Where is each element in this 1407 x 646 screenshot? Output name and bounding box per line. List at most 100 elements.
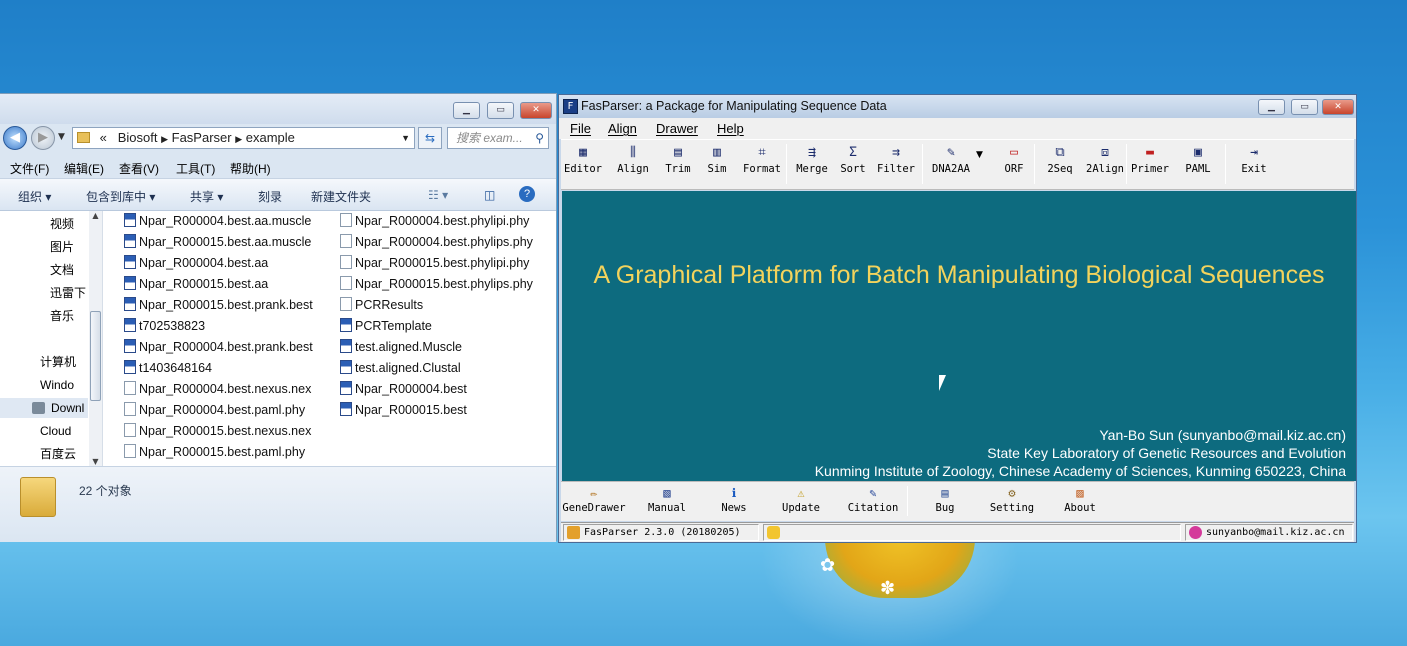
wordpad-file-icon [124, 339, 136, 353]
minimize-button[interactable]: ▁ [453, 102, 480, 119]
bottom-manual-button[interactable]: ▧ Manual [646, 484, 688, 520]
tool-orf-button[interactable]: ▭ ORF [997, 142, 1031, 188]
search-input[interactable]: 搜索 exam... ⚲ [447, 127, 549, 149]
tool-filter-button[interactable]: ⇉ Filter [877, 142, 915, 188]
breadcrumb-biosoft[interactable]: Biosoft [118, 130, 158, 145]
menu-view[interactable]: 查看(V) [119, 160, 159, 177]
file-item[interactable]: Npar_R000015.best.phylipi.phy [340, 253, 529, 273]
menu-help[interactable]: 帮助(H) [230, 160, 271, 177]
tool-paml-button[interactable]: ▣ PAML [1181, 142, 1215, 188]
tool-trim-button[interactable]: ▤ Trim [662, 142, 694, 188]
bottom-about-button[interactable]: ▨ About [1061, 484, 1099, 520]
fas-titlebar[interactable]: F FasParser: a Package for Manipulating … [559, 95, 1356, 118]
burn-button[interactable]: 刻录 [258, 188, 282, 205]
dna2aa-dropdown-icon[interactable]: ▼ [976, 150, 983, 160]
explorer-titlebar[interactable]: ▁ ▭ ✕ [0, 94, 556, 124]
organize-button[interactable]: 组织 ▾ [18, 188, 51, 205]
file-item[interactable]: test.aligned.Muscle [340, 337, 462, 357]
tool-format-button[interactable]: ⌗ Format [741, 142, 783, 188]
maximize-button[interactable]: ▭ [487, 102, 514, 119]
tool-align-button[interactable]: ⫼ Align [612, 142, 654, 188]
tool-merge-button[interactable]: ⇶ Merge [793, 142, 831, 188]
toolbar-separator [1034, 144, 1035, 184]
refresh-icon[interactable]: ⇆ [418, 127, 442, 149]
tool-sort-button[interactable]: Σ Sort [837, 142, 869, 188]
breadcrumb-fasparser[interactable]: FasParser [172, 130, 232, 145]
preview-pane-icon[interactable]: ◫ [484, 188, 495, 202]
wordpad-file-icon [340, 318, 352, 332]
address-dropdown-icon[interactable]: ▼ [401, 128, 410, 148]
scroll-down-icon[interactable]: ▼ [89, 457, 102, 466]
file-name: test.aligned.Muscle [355, 340, 463, 354]
file-item[interactable]: PCRTemplate [340, 316, 432, 336]
menu-file[interactable]: File [570, 121, 591, 136]
address-bar[interactable]: « Biosoft ▶ FasParser ▶ example ▼ [72, 127, 415, 149]
tool-2seq-button[interactable]: ⧉ 2Seq [1044, 142, 1076, 188]
toolbar-separator [1225, 144, 1226, 184]
menu-edit[interactable]: 编辑(E) [64, 160, 104, 177]
bottom-bug-button[interactable]: ▤ Bug [930, 484, 960, 520]
file-item[interactable]: Npar_R000004.best.paml.phy [124, 400, 305, 420]
file-item[interactable]: t1403648164 [124, 358, 212, 378]
file-item[interactable]: Npar_R000004.best.phylipi.phy [340, 211, 529, 231]
bottom-genedrawer-button[interactable]: ✏ GeneDrawer [562, 484, 626, 520]
file-item[interactable]: Npar_R000015.best.prank.best [124, 295, 313, 315]
file-item[interactable]: Npar_R000004.best.aa.muscle [124, 211, 311, 231]
file-item[interactable]: Npar_R000004.best [340, 379, 467, 399]
wordpad-file-icon [340, 381, 352, 395]
menu-tools[interactable]: 工具(T) [176, 160, 215, 177]
file-item[interactable]: Npar_R000015.best.aa [124, 274, 268, 294]
minimize-button[interactable]: ▁ [1258, 99, 1285, 115]
tool-2align-button[interactable]: ⧈ 2Align [1084, 142, 1126, 188]
tool-editor-button[interactable]: ▦ Editor [563, 142, 603, 188]
file-item[interactable]: PCRResults [340, 295, 423, 315]
bottom-news-button[interactable]: ℹ News [713, 484, 755, 520]
breadcrumb-example[interactable]: example [246, 130, 295, 145]
tool-sim-button[interactable]: ▥ Sim [702, 142, 732, 188]
breadcrumb-arrow-icon[interactable]: ▶ [161, 134, 168, 144]
file-item[interactable]: Npar_R000004.best.aa [124, 253, 268, 273]
breadcrumb-arrow-icon[interactable]: ▶ [235, 134, 242, 144]
recent-pages-chevron-icon[interactable]: ▼ [58, 132, 65, 142]
file-item[interactable]: Npar_R000004.best.prank.best [124, 337, 313, 357]
menu-help[interactable]: Help [717, 121, 744, 136]
new-folder-button[interactable]: 新建文件夹 [311, 188, 371, 205]
nav-scrollbar[interactable]: ▲ ▼ [89, 211, 102, 466]
include-in-library-button[interactable]: 包含到库中 ▾ [86, 188, 155, 205]
breadcrumb-overflow[interactable]: « [100, 130, 107, 145]
file-item[interactable]: Npar_R000015.best.nexus.nex [124, 421, 311, 441]
file-item[interactable]: Npar_R000015.best.phylips.phy [340, 274, 533, 294]
help-icon[interactable]: ? [519, 186, 535, 202]
view-options-icon[interactable]: ☷ ▾ [428, 188, 448, 202]
bottom-update-button[interactable]: ⚠ Update [780, 484, 822, 520]
back-arrow-icon[interactable]: ◀ [3, 126, 27, 150]
tool-label: PAML [1185, 163, 1211, 175]
scroll-up-icon[interactable]: ▲ [89, 211, 102, 220]
close-button[interactable]: ✕ [1322, 99, 1354, 115]
tool-exit-button[interactable]: ⇥ Exit [1237, 142, 1271, 188]
tool-dna2aa-button[interactable]: ✎ DNA2AA [928, 142, 974, 188]
bottom-setting-button[interactable]: ⚙ Setting [987, 484, 1037, 520]
maximize-button[interactable]: ▭ [1291, 99, 1318, 115]
tool-primer-button[interactable]: ▬ Primer [1130, 142, 1170, 188]
file-item[interactable]: Npar_R000015.best [340, 400, 467, 420]
email-panel[interactable]: sunyanbo@mail.kiz.ac.cn [1185, 524, 1353, 541]
nav-item-downloads[interactable]: Downl [0, 398, 88, 418]
forward-arrow-icon[interactable]: ▶ [31, 126, 55, 150]
toolbar-separator [786, 144, 787, 184]
close-button[interactable]: ✕ [520, 102, 552, 119]
menu-file[interactable]: 文件(F) [10, 160, 49, 177]
file-item[interactable]: test.aligned.Clustal [340, 358, 461, 378]
bottom-citation-button[interactable]: ✎ Citation [843, 484, 903, 520]
scroll-thumb[interactable] [90, 311, 101, 401]
file-item[interactable]: t702538823 [124, 316, 205, 336]
file-item[interactable]: Npar_R000015.best.paml.phy [124, 442, 305, 462]
wordpad-file-icon [124, 318, 136, 332]
share-button[interactable]: 共享 ▾ [190, 188, 223, 205]
file-item[interactable]: Npar_R000004.best.nexus.nex [124, 379, 311, 399]
file-item[interactable]: Npar_R000004.best.phylips.phy [340, 232, 533, 252]
menu-drawer[interactable]: Drawer [656, 121, 698, 136]
menu-align[interactable]: Align [608, 121, 637, 136]
search-icon[interactable]: ⚲ [535, 128, 544, 148]
file-item[interactable]: Npar_R000015.best.aa.muscle [124, 232, 311, 252]
